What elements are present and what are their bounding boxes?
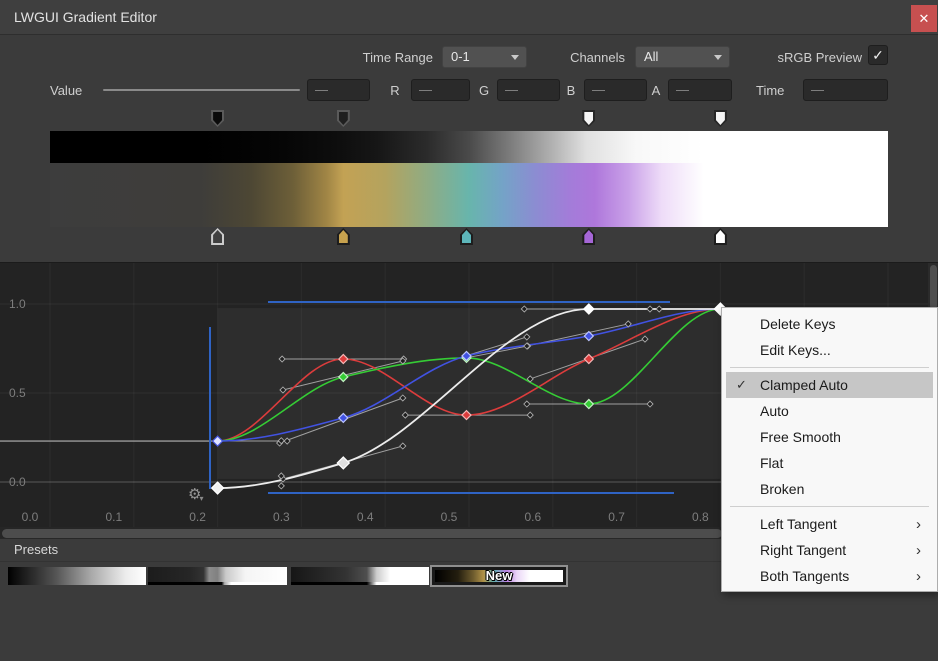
r-label: R (388, 83, 402, 98)
time-range-dropdown[interactable]: 0-1 (442, 46, 527, 68)
channels-label: Channels (546, 50, 625, 65)
menu-item-both-tangents[interactable]: Both Tangents› (726, 563, 933, 589)
time-field[interactable]: — (803, 79, 888, 101)
presets-title: Presets (14, 542, 58, 557)
g-label: G (477, 83, 491, 98)
menu-item-label: Right Tangent (760, 542, 916, 558)
menu-item-auto[interactable]: Auto (726, 398, 933, 424)
close-icon: ✕ (919, 11, 930, 27)
color-key-marker[interactable] (337, 228, 350, 245)
x-axis-tick-label: 0.3 (273, 510, 290, 524)
alpha-key-marker[interactable] (211, 110, 224, 127)
checkmark-icon: ✓ (726, 377, 760, 393)
preset-color-strip (148, 582, 287, 585)
channels-dropdown[interactable]: All (635, 46, 730, 68)
color-key-marker[interactable] (211, 228, 224, 245)
menu-item-label: Broken (760, 481, 933, 497)
preset-dark-ramp[interactable] (291, 567, 429, 585)
chevron-down-icon (511, 55, 519, 60)
a-field[interactable]: — (668, 79, 732, 101)
preset-color-strip (291, 582, 429, 585)
menu-item-label: Delete Keys (760, 316, 933, 332)
x-axis-tick-label: 0.8 (692, 510, 709, 524)
y-axis-tick-label: 1.0 (9, 297, 26, 311)
menu-item-label: Auto (760, 403, 933, 419)
menu-item-edit-keys[interactable]: Edit Keys... (726, 337, 933, 363)
preset-gradient (8, 567, 146, 585)
menu-item-label: Edit Keys... (760, 342, 933, 358)
horizontal-scrollbar-handle[interactable] (2, 529, 722, 538)
menu-item-left-tangent[interactable]: Left Tangent› (726, 511, 933, 537)
preset-gradient (148, 567, 287, 582)
menu-separator (730, 367, 929, 368)
menu-item-label: Both Tangents (760, 568, 916, 584)
preset-black-white[interactable] (8, 567, 146, 585)
time-range-value: 0-1 (451, 49, 470, 64)
menu-item-clamped-auto[interactable]: ✓Clamped Auto (726, 372, 933, 398)
b-field[interactable]: — (584, 79, 647, 101)
window-title: LWGUI Gradient Editor (14, 9, 157, 25)
color-key-marker[interactable] (582, 228, 595, 245)
value-field[interactable]: — (307, 79, 370, 101)
tangent-handle-dot[interactable] (278, 483, 284, 489)
alpha-key-marker[interactable] (714, 110, 727, 127)
gradient-color-strip[interactable] (50, 163, 888, 227)
menu-item-delete-keys[interactable]: Delete Keys (726, 311, 933, 337)
gradient-editor-window: { "window": {"title": "LWGUI Gradient Ed… (0, 0, 938, 661)
vertical-scrollbar-handle[interactable] (930, 265, 937, 309)
alpha-key-marker[interactable] (582, 110, 595, 127)
x-axis-tick-label: 0.5 (441, 510, 458, 524)
submenu-arrow-icon: › (916, 568, 933, 585)
preset-gradient (291, 567, 429, 582)
close-button[interactable]: ✕ (911, 5, 937, 32)
curve-settings-button[interactable]: ⚙▾ (188, 485, 203, 503)
y-axis-tick-label: 0.0 (9, 475, 26, 489)
preset-new-button[interactable]: New (430, 565, 568, 587)
menu-item-right-tangent[interactable]: Right Tangent› (726, 537, 933, 563)
menu-item-label: Free Smooth (760, 429, 933, 445)
checkmark-icon: ✓ (872, 47, 884, 64)
time-range-label: Time Range (330, 50, 433, 65)
preset-dark-step[interactable] (148, 567, 287, 585)
g-field[interactable]: — (497, 79, 560, 101)
value-slider[interactable] (103, 89, 300, 91)
color-key-marker[interactable] (460, 228, 473, 245)
menu-item-label: Clamped Auto (760, 377, 933, 393)
submenu-arrow-icon: › (916, 542, 933, 559)
time-label: Time (756, 83, 784, 98)
curve-key[interactable] (212, 482, 224, 494)
a-label: A (649, 83, 663, 98)
preset-new-label: New (432, 568, 566, 583)
menu-item-flat[interactable]: Flat (726, 450, 933, 476)
b-label: B (564, 83, 578, 98)
channels-value: All (644, 49, 658, 64)
value-label: Value (50, 83, 82, 98)
gradient-alpha-strip[interactable] (50, 131, 888, 163)
chevron-down-icon: ▾ (199, 494, 203, 503)
x-axis-tick-label: 0.6 (524, 510, 541, 524)
menu-item-free-smooth[interactable]: Free Smooth (726, 424, 933, 450)
chevron-down-icon (714, 55, 722, 60)
menu-item-label: Flat (760, 455, 933, 471)
srgb-preview-checkbox[interactable]: ✓ (868, 45, 888, 65)
color-key-marker[interactable] (714, 228, 727, 245)
menu-item-label: Left Tangent (760, 516, 916, 532)
y-axis-tick-label: 0.5 (9, 386, 26, 400)
menu-separator (730, 506, 929, 507)
menu-item-broken[interactable]: Broken (726, 476, 933, 502)
x-axis-tick-label: 0.1 (105, 510, 122, 524)
context-menu: Delete Keys Edit Keys... ✓Clamped Auto Auto… (721, 307, 938, 592)
title-bar: LWGUI Gradient Editor ✕ (0, 0, 938, 35)
x-axis-tick-label: 0.4 (357, 510, 374, 524)
submenu-arrow-icon: › (916, 516, 933, 533)
x-axis-tick-label: 0.0 (22, 510, 39, 524)
x-axis-tick-label: 0.2 (189, 510, 206, 524)
alpha-key-marker[interactable] (337, 110, 350, 127)
x-axis-tick-label: 0.7 (608, 510, 625, 524)
r-field[interactable]: — (411, 79, 470, 101)
srgb-preview-label: sRGB Preview (750, 50, 862, 65)
